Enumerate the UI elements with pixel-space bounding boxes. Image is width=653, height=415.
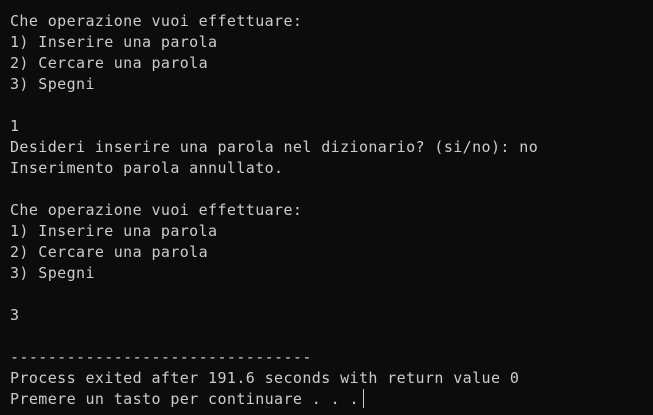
continue-prompt: Premere un tasto per continuare . . . bbox=[10, 390, 359, 408]
console-line: 1 bbox=[10, 117, 20, 135]
console-window[interactable]: Che operazione vuoi effettuare: 1) Inser… bbox=[0, 0, 653, 415]
console-line: 3 bbox=[10, 306, 20, 324]
console-line: 2) Cercare una parola bbox=[10, 243, 209, 261]
console-line: 2) Cercare una parola bbox=[10, 54, 209, 72]
console-line: Inserimento parola annullato. bbox=[10, 159, 284, 177]
console-line: 1) Inserire una parola bbox=[10, 222, 218, 240]
console-line: Desideri inserire una parola nel diziona… bbox=[10, 138, 539, 156]
text-cursor bbox=[362, 389, 364, 408]
console-line: 3) Spegni bbox=[10, 75, 95, 93]
console-line: 1) Inserire una parola bbox=[10, 33, 218, 51]
console-line: Che operazione vuoi effettuare: bbox=[10, 201, 303, 219]
console-line: Che operazione vuoi effettuare: bbox=[10, 12, 303, 30]
console-line: 3) Spegni bbox=[10, 264, 95, 282]
continue-prompt-line[interactable]: Premere un tasto per continuare . . . bbox=[10, 389, 653, 410]
process-exit-status: Process exited after 191.6 seconds with … bbox=[10, 369, 520, 387]
separator-line: -------------------------------- bbox=[10, 348, 312, 366]
